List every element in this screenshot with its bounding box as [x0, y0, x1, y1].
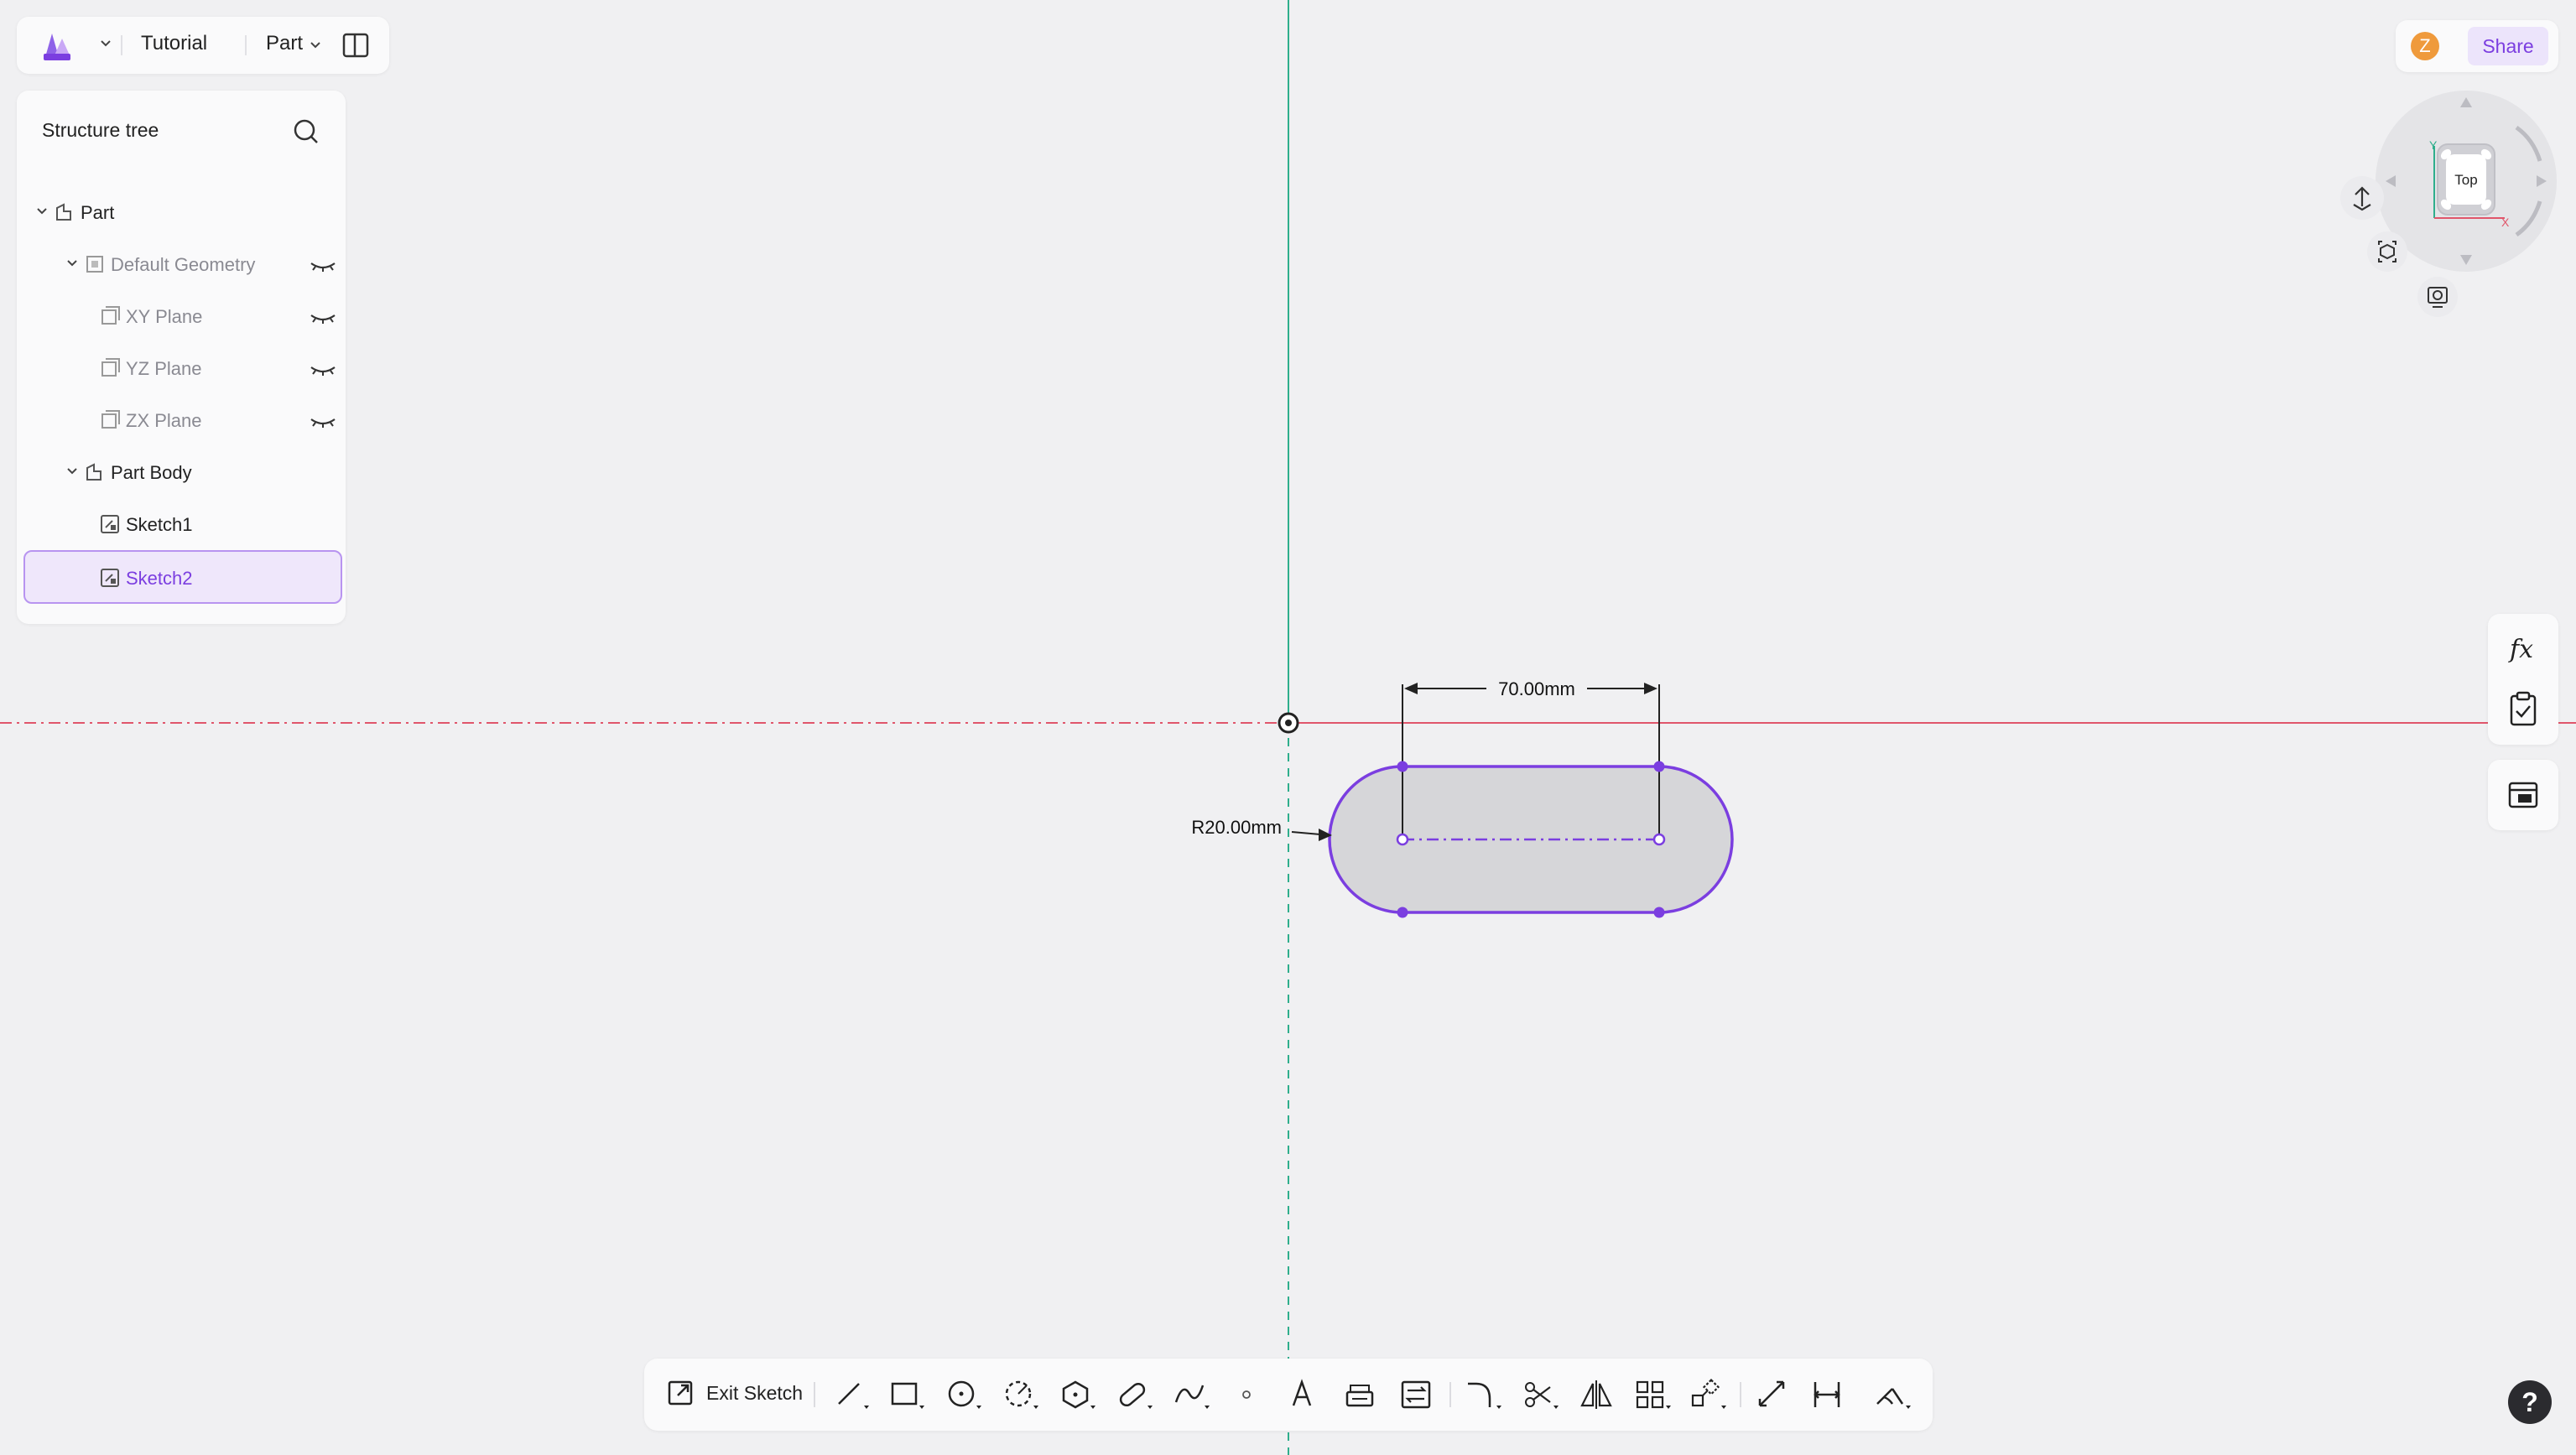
divider — [245, 35, 247, 55]
project-tool-icon[interactable] — [1342, 1377, 1381, 1412]
toggle-panel-icon[interactable] — [341, 30, 371, 60]
plane-icon — [99, 409, 121, 431]
arc-tool-icon[interactable] — [1002, 1377, 1040, 1412]
tree-item-sketch1[interactable]: Sketch1 — [23, 500, 339, 548]
panel-title: Structure tree — [42, 119, 159, 141]
eye-closed-icon[interactable] — [309, 416, 337, 429]
exit-sketch-label: Exit Sketch — [706, 1381, 804, 1404]
pattern-tool-icon[interactable] — [1634, 1377, 1673, 1412]
fit-view-icon[interactable] — [2367, 231, 2407, 272]
divider — [814, 1382, 815, 1407]
geometry-icon — [84, 253, 106, 275]
measure-tool-icon[interactable] — [1874, 1377, 1912, 1412]
svg-text:Y: Y — [2429, 138, 2438, 152]
slot-center-point[interactable] — [1652, 833, 1666, 846]
tree-item-sketch2[interactable]: Sketch2 — [23, 550, 342, 604]
circle-tool-icon[interactable] — [945, 1377, 983, 1412]
radius-leader-line — [1291, 831, 1321, 835]
exit-sketch-icon — [668, 1380, 693, 1406]
line-tool-icon[interactable] — [832, 1377, 871, 1412]
convert-tool-icon[interactable] — [1399, 1377, 1438, 1412]
share-button[interactable]: Share — [2468, 27, 2548, 65]
slot-vertex — [1397, 907, 1408, 918]
origin-point[interactable] — [1278, 712, 1299, 734]
sketch-toolbar: Exit Sketch — [644, 1359, 1933, 1431]
tree-item-label: Sketch1 — [126, 514, 193, 535]
divider — [121, 35, 122, 55]
constraint-tool-icon[interactable] — [1810, 1377, 1849, 1412]
mirror-tool-icon[interactable] — [1577, 1377, 1616, 1412]
mode-selector[interactable]: Part — [266, 32, 303, 55]
sketch-icon — [99, 513, 121, 535]
chevron-down-icon[interactable] — [35, 205, 49, 218]
point-tool-icon[interactable] — [1230, 1377, 1268, 1412]
sketch-icon — [99, 567, 121, 589]
tree-item-label: YZ Plane — [126, 358, 202, 379]
avatar[interactable]: Z — [2411, 32, 2439, 60]
document-title[interactable]: Tutorial — [141, 32, 207, 55]
exit-sketch-button[interactable]: Exit Sketch — [666, 1377, 803, 1409]
trim-tool-icon[interactable] — [1522, 1377, 1560, 1412]
sketch-canvas[interactable]: 70.00mm R20.00mm — [0, 0, 2576, 1455]
view-face-label: Top — [2454, 172, 2477, 188]
rectangle-tool-icon[interactable] — [887, 1377, 926, 1412]
divider — [1449, 1382, 1451, 1407]
tree-item-xy-plane[interactable]: XY Plane — [23, 292, 339, 340]
app-logo-icon[interactable] — [40, 29, 74, 62]
eye-closed-icon[interactable] — [309, 260, 337, 273]
tree-item-zx-plane[interactable]: ZX Plane — [23, 396, 339, 444]
dimension-arrow — [1644, 683, 1657, 694]
tree-item-part-body[interactable]: Part Body — [23, 448, 339, 496]
slot-vertex — [1653, 761, 1665, 772]
tree-item-default-geometry[interactable]: Default Geometry — [23, 240, 339, 288]
tree-item-label: Default Geometry — [111, 254, 256, 275]
home-view-icon[interactable] — [2340, 176, 2384, 220]
chevron-down-icon[interactable] — [99, 37, 112, 50]
length-dimension-label[interactable]: 70.00mm — [1498, 678, 1575, 699]
body-icon — [84, 461, 106, 483]
divider — [1740, 1382, 1741, 1407]
fillet-tool-icon[interactable] — [1465, 1377, 1503, 1412]
tree-item-label: ZX Plane — [126, 410, 202, 431]
text-tool-icon[interactable] — [1285, 1377, 1324, 1412]
slot-vertex — [1653, 907, 1665, 918]
chevron-down-icon[interactable] — [65, 257, 79, 270]
transform-tool-icon[interactable] — [1689, 1377, 1728, 1412]
dimension-arrow — [1404, 683, 1418, 694]
help-button[interactable]: ? — [2508, 1380, 2552, 1424]
search-icon[interactable] — [292, 117, 320, 146]
eye-closed-icon[interactable] — [309, 312, 337, 325]
properties-panel-icon[interactable] — [2506, 778, 2540, 812]
chevron-down-icon[interactable] — [65, 465, 79, 478]
tree-item-label: XY Plane — [126, 306, 203, 327]
dimension-tool-icon[interactable] — [1755, 1377, 1793, 1412]
plane-icon — [99, 357, 121, 379]
tree-item-label: Part Body — [111, 462, 192, 483]
slot-center-point[interactable] — [1396, 833, 1409, 846]
tree-item-part[interactable]: Part — [23, 188, 339, 236]
checklist-icon[interactable] — [2506, 691, 2540, 728]
plane-icon — [99, 305, 121, 327]
top-bar: Tutorial Part — [17, 17, 389, 74]
spline-tool-icon[interactable] — [1173, 1377, 1211, 1412]
formula-icon[interactable]: fx — [2506, 632, 2540, 666]
part-icon — [54, 201, 75, 223]
svg-text:fx: fx — [2508, 635, 2533, 664]
share-bar: Z Share — [2396, 20, 2558, 72]
slot-tool-icon[interactable] — [1116, 1377, 1154, 1412]
chevron-down-icon[interactable] — [309, 39, 322, 52]
side-tools-panel: fx — [2488, 614, 2558, 745]
tree-item-label: Sketch2 — [126, 568, 193, 589]
display-mode-icon[interactable] — [2417, 277, 2458, 317]
tree-item-label: Part — [81, 202, 115, 223]
eye-closed-icon[interactable] — [309, 364, 337, 377]
view-navigator: Y X Top — [2340, 87, 2567, 330]
radius-dimension-label[interactable]: R20.00mm — [1191, 817, 1282, 838]
polygon-tool-icon[interactable] — [1059, 1377, 1097, 1412]
tree-item-yz-plane[interactable]: YZ Plane — [23, 344, 339, 392]
side-tools-panel-2 — [2488, 760, 2558, 830]
slot-vertex — [1397, 761, 1408, 772]
structure-tree-panel: Structure tree Part Default Geometry XY … — [17, 91, 346, 624]
svg-text:X: X — [2501, 216, 2510, 229]
